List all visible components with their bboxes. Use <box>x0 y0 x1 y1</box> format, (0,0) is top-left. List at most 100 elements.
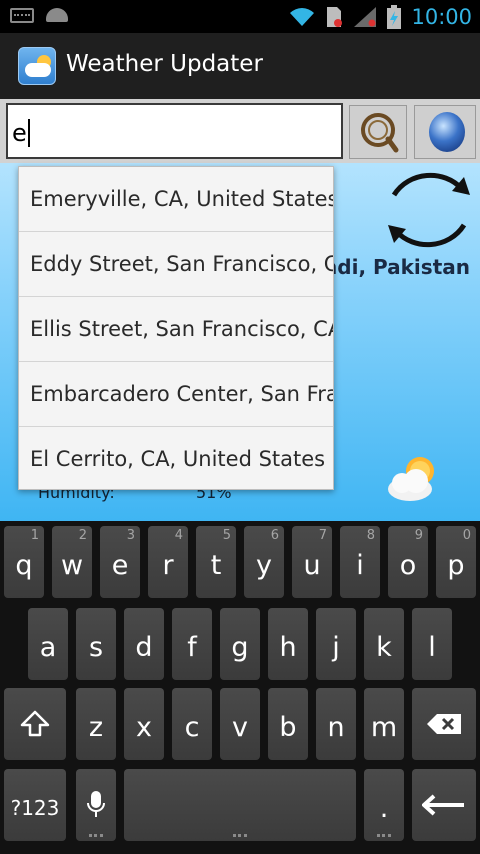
keyboard-notification-icon <box>10 8 34 23</box>
search-icon <box>361 113 399 153</box>
suggestion-dropdown: Emeryville, CA, United States Eddy Stree… <box>18 166 334 490</box>
key-o-number: 9 <box>414 528 423 543</box>
android-notification-icon <box>46 8 68 22</box>
search-row: e <box>0 99 480 163</box>
key-l[interactable]: l <box>412 608 452 680</box>
backspace-icon <box>427 714 461 734</box>
key-n[interactable]: n <box>316 688 356 760</box>
symbols-key-label: ?123 <box>10 796 60 820</box>
key-dots <box>233 834 247 837</box>
key-g-label: g <box>231 631 249 663</box>
key-y[interactable]: 6y <box>244 526 284 598</box>
suggestion-item[interactable]: Eddy Street, San Francisco, CA <box>19 232 333 297</box>
key-q-number: 1 <box>30 528 39 543</box>
key-m-label: m <box>370 711 398 743</box>
suggestion-item[interactable]: Emeryville, CA, United States <box>19 167 333 232</box>
status-bar: 10:00 <box>0 0 480 33</box>
enter-key[interactable] <box>412 769 476 841</box>
key-u-label: u <box>303 549 321 581</box>
key-v-label: v <box>232 711 248 743</box>
suggestion-item[interactable]: Embarcadero Center, San Francisco <box>19 362 333 427</box>
key-p-label: p <box>447 549 465 581</box>
key-q-label: q <box>15 549 33 581</box>
key-c[interactable]: c <box>172 688 212 760</box>
key-f-label: f <box>187 631 197 663</box>
period-key-label: . <box>379 792 389 824</box>
key-j[interactable]: j <box>316 608 356 680</box>
key-y-label: y <box>256 549 272 581</box>
key-d[interactable]: d <box>124 608 164 680</box>
search-input-value: e <box>12 119 27 147</box>
key-t[interactable]: 5t <box>196 526 236 598</box>
key-i[interactable]: 8i <box>340 526 380 598</box>
key-g[interactable]: g <box>220 608 260 680</box>
key-q[interactable]: 1q <box>4 526 44 598</box>
partly-cloudy-icon <box>388 457 434 501</box>
text-cursor <box>27 119 30 147</box>
key-r[interactable]: 4r <box>148 526 188 598</box>
key-b[interactable]: b <box>268 688 308 760</box>
key-w-number: 2 <box>78 528 87 543</box>
key-a-label: a <box>39 631 57 663</box>
key-w-label: w <box>60 549 84 581</box>
key-n-label: n <box>327 711 345 743</box>
shift-key[interactable] <box>4 688 66 760</box>
key-x[interactable]: x <box>124 688 164 760</box>
key-dots <box>89 834 103 837</box>
key-k-label: k <box>376 631 392 663</box>
key-h[interactable]: h <box>268 608 308 680</box>
suggestion-item[interactable]: El Cerrito, CA, United States <box>19 427 333 489</box>
battery-icon <box>387 5 402 29</box>
key-b-label: b <box>279 711 297 743</box>
shift-icon <box>20 710 50 737</box>
key-p-number: 0 <box>462 528 471 543</box>
app-icon <box>18 47 56 85</box>
search-input[interactable]: e <box>6 103 343 159</box>
key-i-label: i <box>356 549 364 581</box>
key-y-number: 6 <box>270 528 279 543</box>
key-s[interactable]: s <box>76 608 116 680</box>
backspace-key[interactable] <box>412 688 476 760</box>
suggestion-item[interactable]: Ellis Street, San Francisco, CA <box>19 297 333 362</box>
space-key[interactable] <box>124 769 356 841</box>
refresh-icon[interactable] <box>384 167 474 253</box>
key-dots <box>377 834 391 837</box>
key-t-label: t <box>210 549 222 581</box>
key-p[interactable]: 0p <box>436 526 476 598</box>
key-j-label: j <box>332 631 340 663</box>
location-button[interactable] <box>414 105 476 159</box>
key-o[interactable]: 9o <box>388 526 428 598</box>
symbols-key[interactable]: ?123 <box>4 769 66 841</box>
key-l-label: l <box>428 631 436 663</box>
key-h-label: h <box>279 631 297 663</box>
key-e-number: 3 <box>126 528 135 543</box>
period-key[interactable]: . <box>364 769 404 841</box>
key-z-label: z <box>88 711 104 743</box>
key-w[interactable]: 2w <box>52 526 92 598</box>
key-r-label: r <box>162 549 174 581</box>
action-bar: Weather Updater <box>0 33 480 99</box>
voice-input-key[interactable] <box>76 769 116 841</box>
key-f[interactable]: f <box>172 608 212 680</box>
key-x-label: x <box>136 711 152 743</box>
key-m[interactable]: m <box>364 688 404 760</box>
key-e[interactable]: 3e <box>100 526 140 598</box>
key-z[interactable]: z <box>76 688 116 760</box>
search-button[interactable] <box>349 105 407 159</box>
soft-keyboard: 1q 2w 3e 4r 5t 6y 7u 8i 9o 0p a s d f g … <box>0 521 480 854</box>
key-i-number: 8 <box>366 528 375 543</box>
status-time: 10:00 <box>411 5 472 29</box>
key-r-number: 4 <box>174 528 183 543</box>
key-v[interactable]: v <box>220 688 260 760</box>
key-u[interactable]: 7u <box>292 526 332 598</box>
key-a[interactable]: a <box>28 608 68 680</box>
key-o-label: o <box>399 549 417 581</box>
microphone-icon <box>87 791 105 817</box>
enter-icon <box>422 794 464 816</box>
globe-icon <box>429 112 465 152</box>
key-d-label: d <box>135 631 153 663</box>
app-title: Weather Updater <box>66 51 263 77</box>
key-e-label: e <box>111 549 129 581</box>
key-s-label: s <box>88 631 104 663</box>
key-k[interactable]: k <box>364 608 404 680</box>
